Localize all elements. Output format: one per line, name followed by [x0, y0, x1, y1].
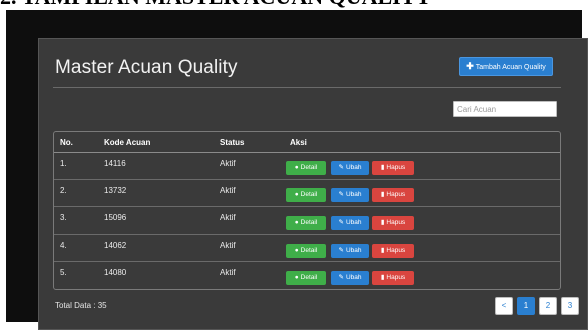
detail-label: Detail	[300, 274, 318, 281]
eye-icon: ●	[294, 164, 299, 171]
detail-button[interactable]: ● Detail	[286, 271, 326, 285]
page-number: 2	[545, 301, 551, 310]
row-no: 2.	[60, 186, 67, 195]
row-status: Aktif	[220, 241, 236, 250]
pagination-prev-button[interactable]: <	[495, 297, 513, 315]
detail-button[interactable]: ● Detail	[286, 188, 326, 202]
detail-button[interactable]: ● Detail	[286, 161, 326, 175]
row-kode: 15096	[104, 213, 127, 222]
trash-icon: ▮	[380, 191, 385, 198]
detail-button[interactable]: ● Detail	[286, 216, 326, 230]
master-panel: Master Acuan Quality ✚ Tambah Acuan Quali…	[38, 38, 588, 330]
acuan-table: No. Kode Acuan Status Aksi 1. 14116 Akti…	[53, 131, 561, 290]
ubah-label: Ubah	[345, 191, 362, 198]
app-frame: Master Acuan Quality ✚ Tambah Acuan Quali…	[6, 10, 588, 330]
table-row: 1. 14116 Aktif ● Detail ✎ Ubah ▮ Hapus	[54, 153, 560, 179]
ubah-button[interactable]: ✎ Ubah	[331, 216, 369, 230]
detail-label: Detail	[300, 219, 318, 226]
trash-icon: ▮	[380, 274, 385, 281]
hapus-button[interactable]: ▮ Hapus	[372, 216, 414, 230]
plus-icon: ✚	[466, 61, 474, 71]
row-kode: 13732	[104, 186, 127, 195]
hapus-button[interactable]: ▮ Hapus	[372, 188, 414, 202]
header-kode: Kode Acuan	[104, 138, 151, 147]
eye-icon: ●	[294, 219, 299, 226]
ubah-label: Ubah	[345, 219, 362, 226]
row-no: 5.	[60, 268, 67, 277]
row-no: 1.	[60, 159, 67, 168]
total-data-label: Total Data : 35	[55, 301, 107, 310]
ubah-label: Ubah	[345, 247, 362, 254]
pencil-icon: ✎	[338, 164, 344, 171]
row-no: 3.	[60, 213, 67, 222]
row-kode: 14062	[104, 241, 127, 250]
ubah-label: Ubah	[345, 274, 362, 281]
table-header: No. Kode Acuan Status Aksi	[54, 132, 560, 153]
table-row: 5. 14080 Aktif ● Detail ✎ Ubah ▮ Hapus	[54, 262, 560, 289]
trash-icon: ▮	[380, 247, 385, 254]
pencil-icon: ✎	[338, 247, 344, 254]
table-row: 2. 13732 Aktif ● Detail ✎ Ubah ▮ Hapus	[54, 180, 560, 206]
pagination-page-3[interactable]: 3	[561, 297, 579, 315]
pencil-icon: ✎	[338, 274, 344, 281]
hapus-label: Hapus	[386, 191, 406, 198]
page-number: 1	[523, 301, 529, 310]
pencil-icon: ✎	[338, 191, 344, 198]
row-status: Aktif	[220, 159, 236, 168]
trash-icon: ▮	[380, 219, 385, 226]
row-kode: 14116	[104, 159, 126, 168]
title-divider	[53, 87, 561, 88]
hapus-button[interactable]: ▮ Hapus	[372, 161, 414, 175]
detail-label: Detail	[300, 164, 318, 171]
page-title: Master Acuan Quality	[55, 57, 238, 78]
pagination-page-2[interactable]: 2	[539, 297, 557, 315]
table-row: 4. 14062 Aktif ● Detail ✎ Ubah ▮ Hapus	[54, 235, 560, 261]
row-kode: 14080	[104, 268, 127, 277]
detail-label: Detail	[300, 247, 318, 254]
page-number: 3	[567, 301, 573, 310]
ubah-label: Ubah	[345, 164, 362, 171]
row-no: 4.	[60, 241, 67, 250]
header-no: No.	[60, 138, 73, 147]
row-status: Aktif	[220, 213, 236, 222]
ubah-button[interactable]: ✎ Ubah	[331, 244, 369, 258]
row-status: Aktif	[220, 186, 236, 195]
table-row: 3. 15096 Aktif ● Detail ✎ Ubah ▮ Hapus	[54, 207, 560, 234]
hapus-label: Hapus	[386, 274, 406, 281]
hapus-button[interactable]: ▮ Hapus	[372, 271, 414, 285]
add-acuan-label: Tambah Acuan Quality	[475, 64, 546, 71]
detail-button[interactable]: ● Detail	[286, 244, 326, 258]
eye-icon: ●	[294, 247, 299, 254]
header-aksi: Aksi	[290, 138, 307, 147]
hapus-button[interactable]: ▮ Hapus	[372, 244, 414, 258]
search-input[interactable]	[453, 101, 557, 117]
add-acuan-button[interactable]: ✚ Tambah Acuan Quality	[459, 57, 553, 76]
hapus-label: Hapus	[386, 247, 406, 254]
eye-icon: ●	[294, 191, 299, 198]
header-status: Status	[220, 138, 245, 147]
hapus-label: Hapus	[386, 219, 406, 226]
chevron-left-icon: <	[501, 301, 507, 310]
trash-icon: ▮	[380, 164, 385, 171]
row-status: Aktif	[220, 268, 236, 277]
detail-label: Detail	[300, 191, 318, 198]
ubah-button[interactable]: ✎ Ubah	[331, 271, 369, 285]
hapus-label: Hapus	[386, 164, 406, 171]
eye-icon: ●	[294, 274, 299, 281]
ubah-button[interactable]: ✎ Ubah	[331, 188, 369, 202]
document-heading: 2. TAMPILAN MASTER ACUAN QUALITY	[0, 0, 588, 8]
pencil-icon: ✎	[338, 219, 344, 226]
pagination-page-1[interactable]: 1	[517, 297, 535, 315]
ubah-button[interactable]: ✎ Ubah	[331, 161, 369, 175]
